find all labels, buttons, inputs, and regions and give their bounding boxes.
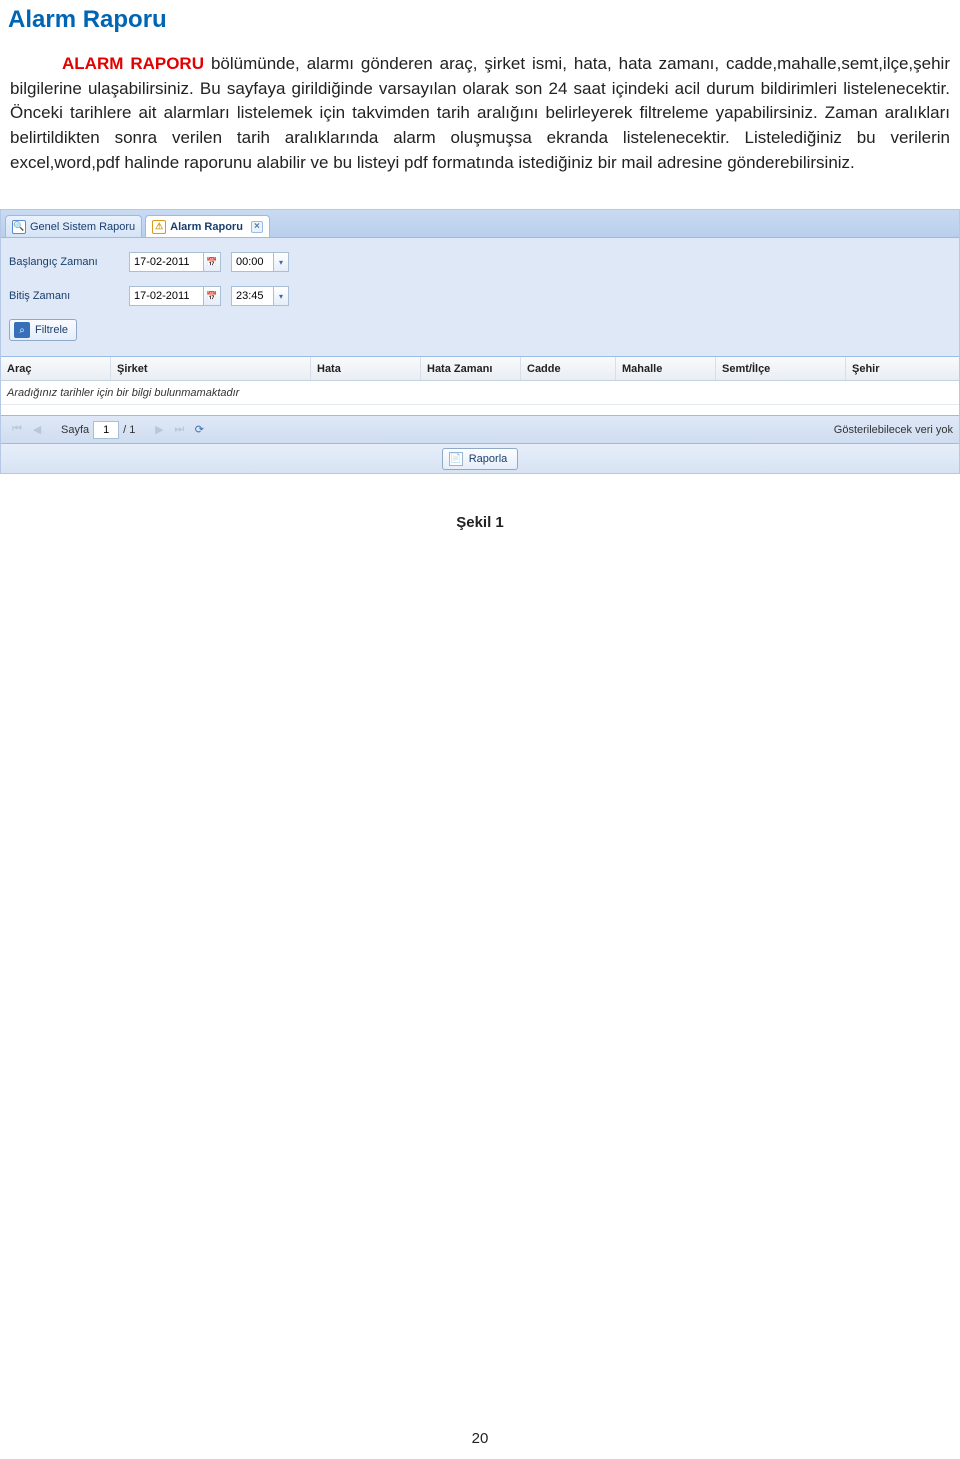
tab-label-alarm: Alarm Raporu (170, 221, 243, 233)
filter-panel: Başlangıç Zamanı 📅 ▾ Bitiş Zamanı 📅 ▾ (1, 238, 959, 357)
refresh-button[interactable]: ⟳ (190, 421, 208, 439)
end-time-input[interactable] (231, 286, 273, 306)
page-total: / 1 (123, 424, 135, 436)
col-sirket[interactable]: Şirket (111, 357, 311, 380)
tab-label-general: Genel Sistem Raporu (30, 221, 135, 233)
page-title: Alarm Raporu (0, 0, 960, 34)
filter-button[interactable]: ⌕ Filtrele (9, 319, 77, 341)
page-label: Sayfa (61, 424, 89, 436)
col-sehir[interactable]: Şehir (846, 357, 959, 380)
grid-header: Araç Şirket Hata Hata Zamanı Cadde Mahal… (1, 357, 959, 381)
filter-icon: ⌕ (14, 322, 30, 338)
figure-caption: Şekil 1 (0, 514, 960, 531)
tab-general-report[interactable]: 🔍 Genel Sistem Raporu (5, 215, 142, 237)
end-date-input[interactable] (129, 286, 203, 306)
col-arac[interactable]: Araç (1, 357, 111, 380)
calendar-icon[interactable]: 📅 (203, 286, 221, 306)
start-time-label: Başlangıç Zamanı (9, 256, 129, 268)
first-page-button[interactable]: ⏮ (8, 421, 26, 439)
lead-keyword: ALARM RAPORU (62, 54, 204, 73)
close-icon[interactable]: × (251, 221, 263, 233)
col-cadde[interactable]: Cadde (521, 357, 616, 380)
page-number: 20 (0, 1430, 960, 1447)
end-time-label: Bitiş Zamanı (9, 290, 129, 302)
start-time-input[interactable] (231, 252, 273, 272)
alarm-report-panel: 🔍 Genel Sistem Raporu ⚠ Alarm Raporu × B… (0, 209, 960, 474)
col-semt[interactable]: Semt/İlçe (716, 357, 846, 380)
search-icon: 🔍 (12, 220, 26, 234)
grid-status-text: Gösterilebilecek veri yok (834, 424, 953, 436)
tab-alarm-report[interactable]: ⚠ Alarm Raporu × (145, 215, 270, 237)
grid-empty-text: Aradığınız tarihler için bir bilgi bulun… (1, 381, 959, 405)
warning-icon: ⚠ (152, 220, 166, 234)
start-date-input[interactable] (129, 252, 203, 272)
chevron-down-icon[interactable]: ▾ (273, 252, 289, 272)
tabstrip: 🔍 Genel Sistem Raporu ⚠ Alarm Raporu × (1, 210, 959, 238)
prev-page-button[interactable]: ◀ (28, 421, 46, 439)
report-button[interactable]: 📄 Raporla (442, 448, 519, 470)
alarm-grid: Araç Şirket Hata Hata Zamanı Cadde Mahal… (1, 357, 959, 443)
col-hata-zamani[interactable]: Hata Zamanı (421, 357, 521, 380)
intro-paragraph: ALARM RAPORU bölümünde, alarmı gönderen … (0, 34, 960, 175)
page-number-input[interactable] (93, 421, 119, 439)
col-mahalle[interactable]: Mahalle (616, 357, 716, 380)
col-hata[interactable]: Hata (311, 357, 421, 380)
filter-button-label: Filtrele (35, 324, 68, 336)
report-icon: 📄 (449, 452, 463, 466)
calendar-icon[interactable]: 📅 (203, 252, 221, 272)
last-page-button[interactable]: ⏭ (170, 421, 188, 439)
grid-paging-toolbar: ⏮ ◀ Sayfa / 1 ▶ ⏭ ⟳ Gösterilebilecek ver… (1, 415, 959, 443)
chevron-down-icon[interactable]: ▾ (273, 286, 289, 306)
report-bar: 📄 Raporla (1, 443, 959, 473)
next-page-button[interactable]: ▶ (150, 421, 168, 439)
report-button-label: Raporla (469, 453, 508, 465)
